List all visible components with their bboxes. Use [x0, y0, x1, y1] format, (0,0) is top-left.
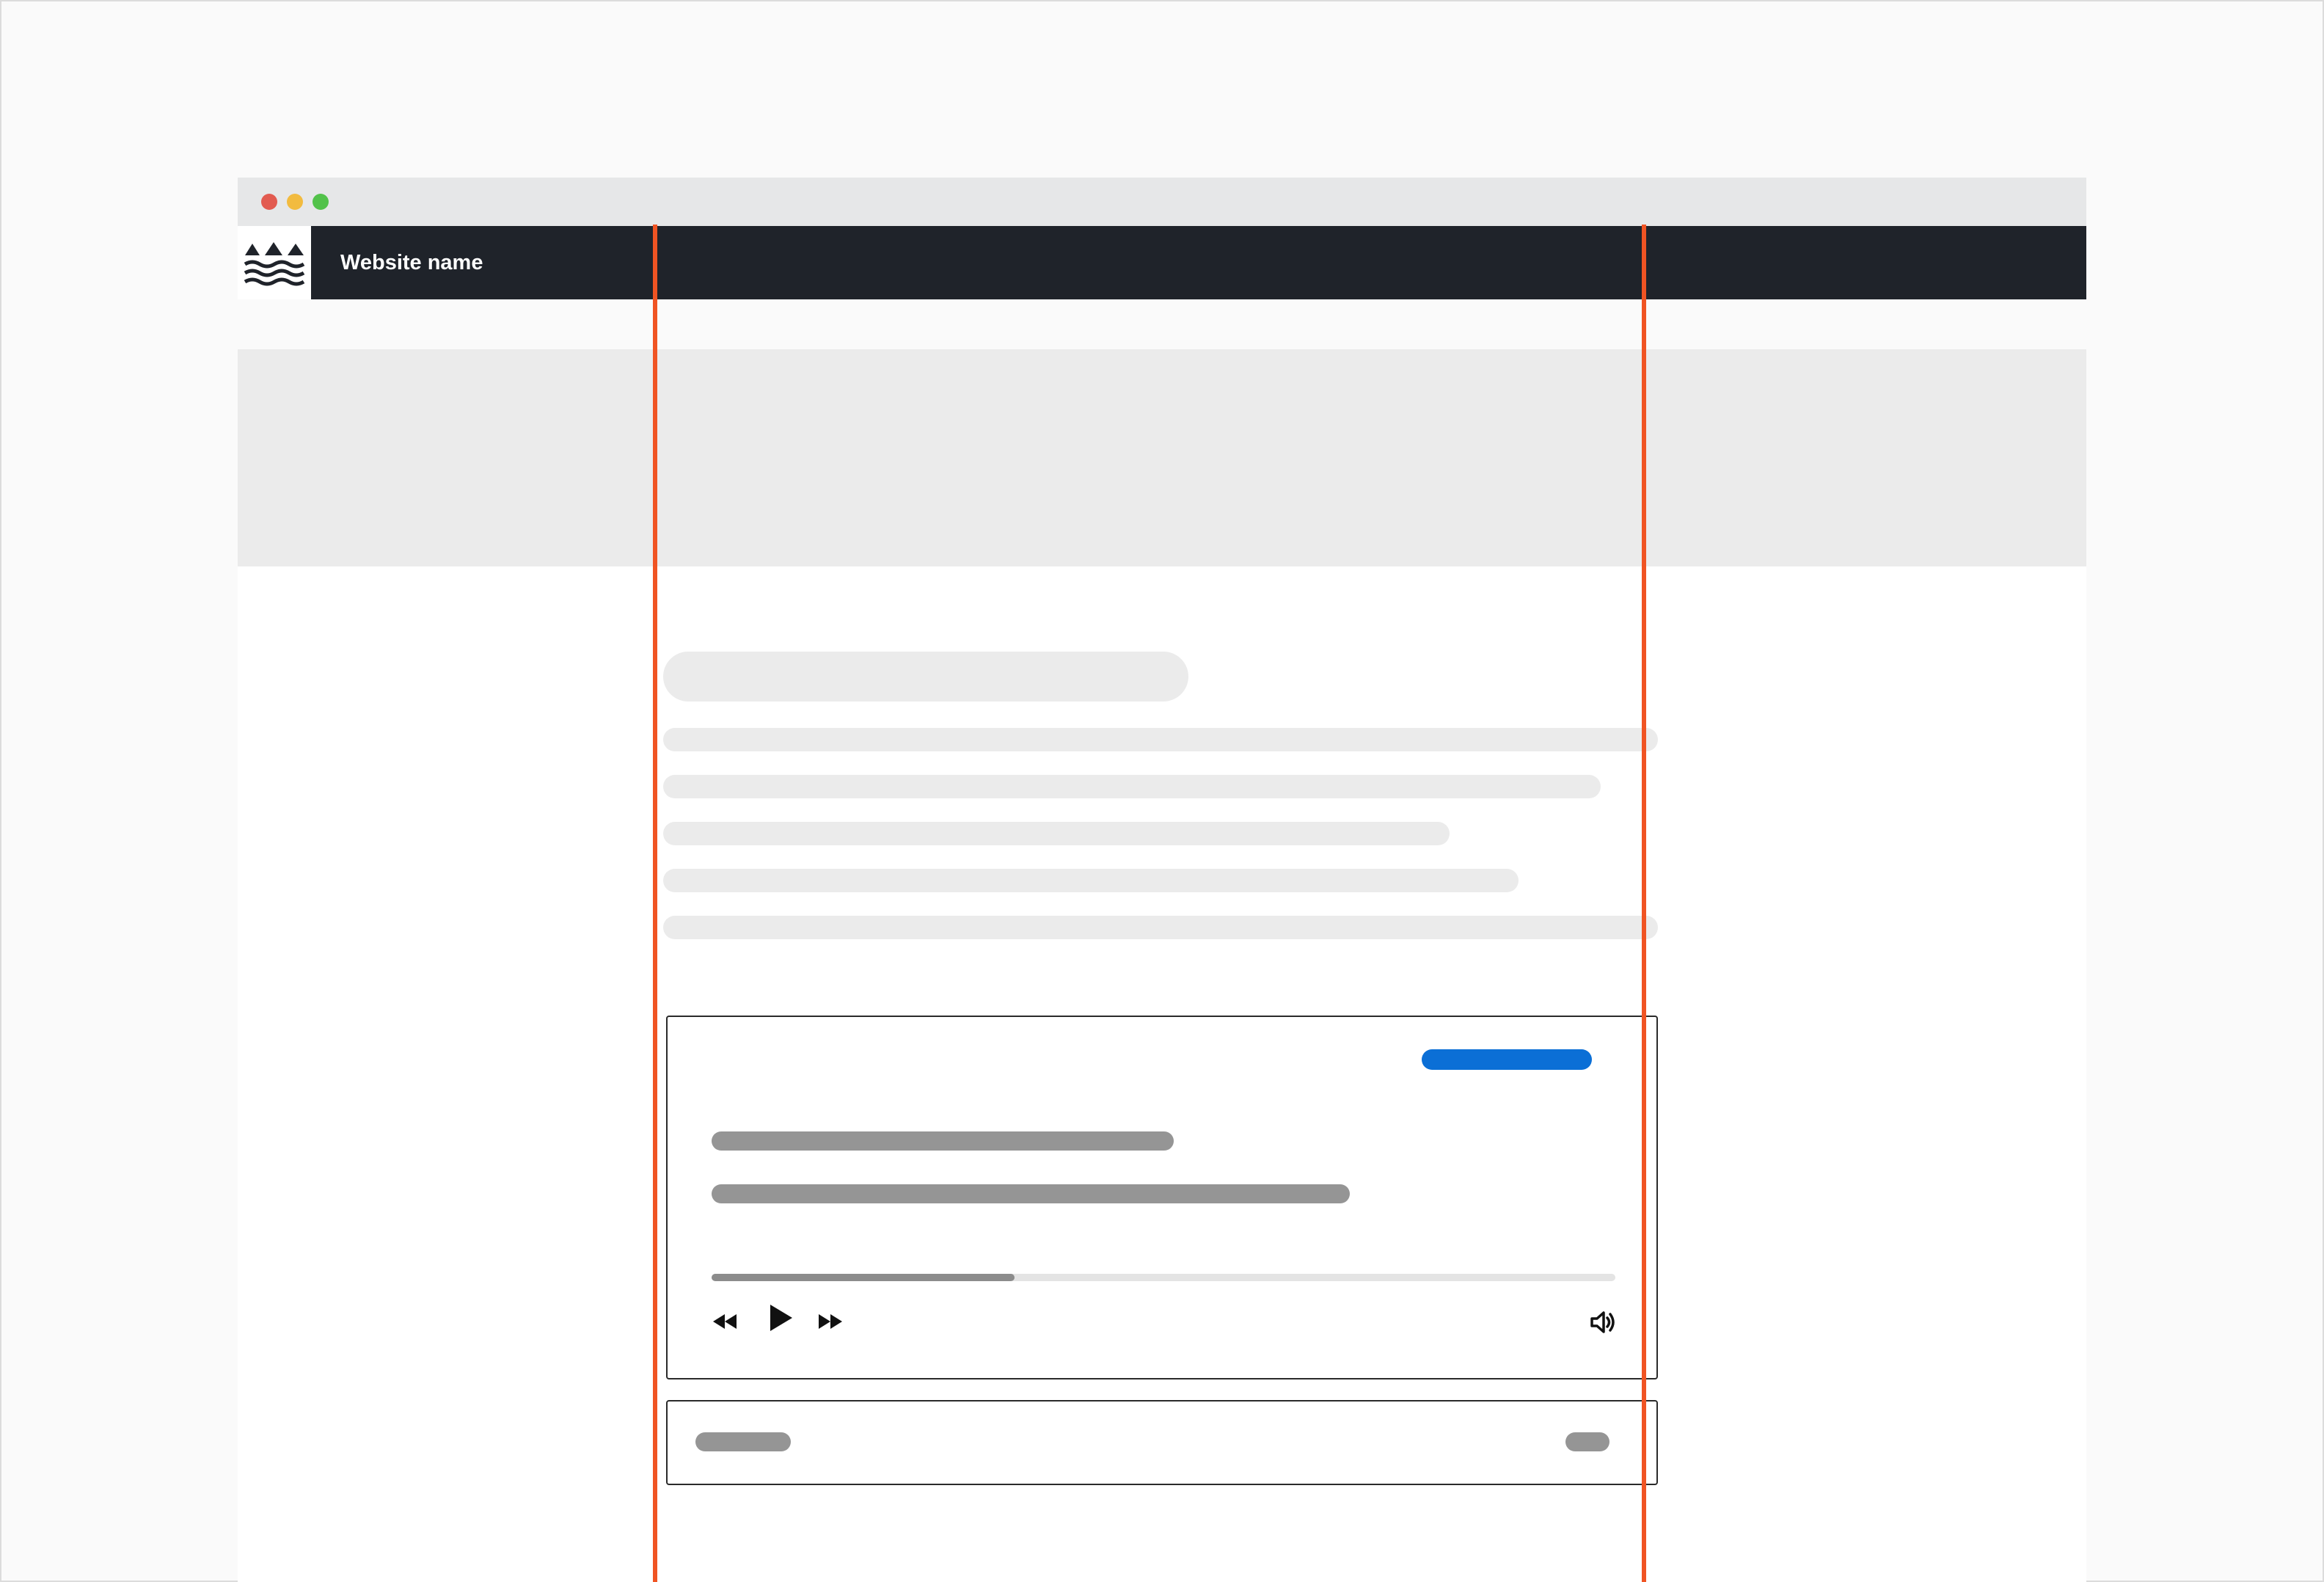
header-spacer — [238, 299, 2086, 349]
play-icon[interactable] — [767, 1303, 794, 1336]
rewind-icon[interactable] — [712, 1312, 738, 1335]
volume-icon[interactable] — [1590, 1311, 1617, 1338]
text-line-placeholder — [663, 869, 1519, 892]
audio-subtitle-placeholder — [712, 1184, 1350, 1203]
audio-title-placeholder — [712, 1131, 1174, 1151]
mountains-waves-logo-icon — [244, 242, 305, 286]
right-content-guide — [1642, 225, 1646, 1582]
maximize-window-button[interactable] — [313, 194, 329, 210]
fast-forward-icon[interactable] — [817, 1312, 844, 1335]
text-line-placeholder — [663, 775, 1601, 798]
transcript-chevron-placeholder — [1565, 1432, 1609, 1451]
heading-placeholder — [663, 652, 1188, 701]
transcript-label-placeholder — [695, 1432, 791, 1451]
text-line-placeholder — [663, 822, 1450, 845]
left-content-guide — [653, 225, 657, 1582]
audio-player — [666, 1016, 1658, 1379]
logo[interactable] — [238, 226, 311, 299]
browser-window: Website name — [238, 178, 2086, 1582]
text-line-placeholder — [663, 916, 1658, 939]
hero-banner-placeholder — [238, 349, 2086, 566]
browser-title-bar — [238, 178, 2086, 226]
transcript-toggle[interactable] — [666, 1400, 1658, 1485]
site-name[interactable]: Website name — [340, 248, 483, 277]
player-link-placeholder[interactable] — [1422, 1049, 1592, 1070]
close-window-button[interactable] — [261, 194, 277, 210]
text-line-placeholder — [663, 728, 1658, 751]
progress-bar-fill — [712, 1274, 1015, 1281]
minimize-window-button[interactable] — [287, 194, 303, 210]
site-header: Website name — [238, 226, 2086, 299]
progress-bar[interactable] — [712, 1274, 1615, 1281]
